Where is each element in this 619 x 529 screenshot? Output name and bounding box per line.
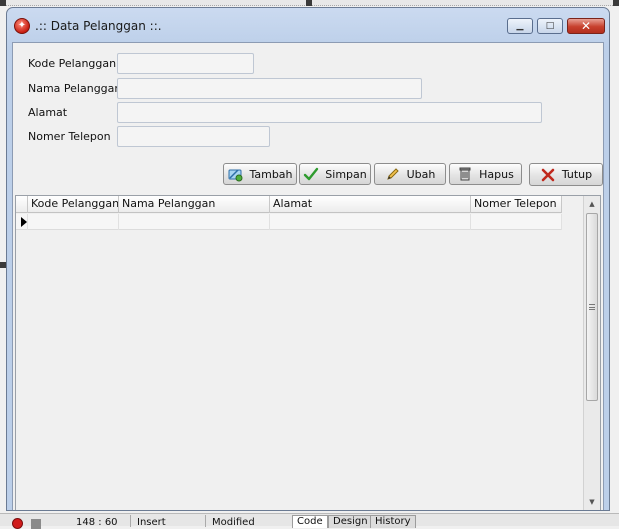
table-cell[interactable]: [28, 214, 119, 230]
trash-icon: [457, 166, 473, 182]
alamat-input[interactable]: [117, 102, 542, 123]
pencil-icon: [385, 166, 401, 182]
ide-status-bar: 148 : 60 Insert Modified Code Design His…: [0, 513, 619, 529]
current-row-arrow-icon: [21, 217, 27, 227]
checkmark-icon: [303, 166, 319, 182]
window-title: .:: Data Pelanggan ::.: [35, 19, 162, 33]
resize-handle-top-right[interactable]: [613, 0, 619, 6]
status-divider: [130, 515, 131, 527]
edit-mode: Insert: [137, 517, 166, 528]
tab-design[interactable]: Design: [328, 515, 373, 528]
resize-handle-top[interactable]: [306, 0, 312, 6]
scrollbar-thumb[interactable]: [586, 213, 598, 401]
row-indicator-cell: [16, 214, 28, 230]
label-kode-pelanggan: Kode Pelanggan: [28, 57, 117, 70]
minimize-icon: ▁: [516, 21, 524, 31]
table-vertical-scrollbar[interactable]: ▲ ▼: [583, 196, 600, 510]
status-divider: [205, 515, 206, 527]
ubah-button[interactable]: Ubah: [374, 163, 446, 185]
scroll-up-icon[interactable]: ▲: [584, 196, 600, 212]
close-x-icon: [540, 167, 556, 183]
simpan-button[interactable]: Simpan: [299, 163, 371, 185]
scrollbar-grip-icon: [589, 304, 595, 310]
column-header-nama-pelanggan[interactable]: Nama Pelanggan: [119, 196, 270, 213]
tambah-button[interactable]: Tambah: [223, 163, 297, 185]
ubah-label: Ubah: [406, 167, 436, 181]
table-cell[interactable]: [471, 214, 562, 230]
resize-handle-top-left[interactable]: [0, 0, 6, 6]
column-header-kode-pelanggan[interactable]: Kode Pelanggan: [28, 196, 119, 213]
scroll-down-icon[interactable]: ▼: [584, 494, 600, 510]
kode-pelanggan-input[interactable]: [117, 53, 254, 74]
status-error-icon: [12, 518, 23, 529]
cursor-position: 148 : 60: [76, 517, 118, 528]
simpan-label: Simpan: [325, 167, 367, 181]
tab-code[interactable]: Code: [292, 515, 328, 528]
data-table[interactable]: Kode Pelanggan Nama Pelanggan Alamat Nom…: [15, 195, 601, 510]
column-header-alamat[interactable]: Alamat: [270, 196, 471, 213]
maximize-icon: □: [545, 21, 555, 31]
tutup-label: Tutup: [561, 168, 593, 181]
column-header-nomer-telepon[interactable]: Nomer Telepon: [471, 196, 562, 213]
form-body: Kode Pelanggan Nama Pelanggan Alamat Nom…: [12, 42, 604, 510]
tab-history[interactable]: History: [370, 515, 416, 528]
row-header-corner: [16, 196, 28, 213]
app-logo-icon: ✦: [14, 18, 30, 34]
close-icon: ✕: [580, 19, 592, 33]
nama-pelanggan-input[interactable]: [117, 78, 422, 99]
table-cell[interactable]: [119, 214, 270, 230]
label-nama-pelanggan: Nama Pelanggan: [28, 82, 122, 95]
add-record-icon: [227, 166, 243, 182]
close-button[interactable]: ✕: [567, 18, 605, 34]
table-cell[interactable]: [270, 214, 471, 230]
document-state: Modified: [212, 517, 255, 528]
label-nomer-telepon: Nomer Telepon: [28, 130, 111, 143]
nomer-telepon-input[interactable]: [117, 126, 270, 147]
tambah-label: Tambah: [249, 167, 293, 181]
label-alamat: Alamat: [28, 106, 68, 119]
hapus-label: Hapus: [479, 167, 514, 181]
maximize-button[interactable]: □: [537, 18, 563, 34]
tutup-button[interactable]: Tutup: [529, 163, 603, 186]
hapus-button[interactable]: Hapus: [449, 163, 522, 185]
minimize-button[interactable]: ▁: [507, 18, 533, 34]
form-window: ✦ .:: Data Pelanggan ::. ▁ □ ✕ Kode Pela…: [6, 7, 610, 511]
table-header: Kode Pelanggan Nama Pelanggan Alamat Nom…: [16, 196, 562, 213]
table-row[interactable]: [16, 214, 562, 230]
status-stop-icon: [31, 519, 41, 529]
title-bar[interactable]: ✦ .:: Data Pelanggan ::. ▁ □ ✕: [7, 8, 609, 42]
